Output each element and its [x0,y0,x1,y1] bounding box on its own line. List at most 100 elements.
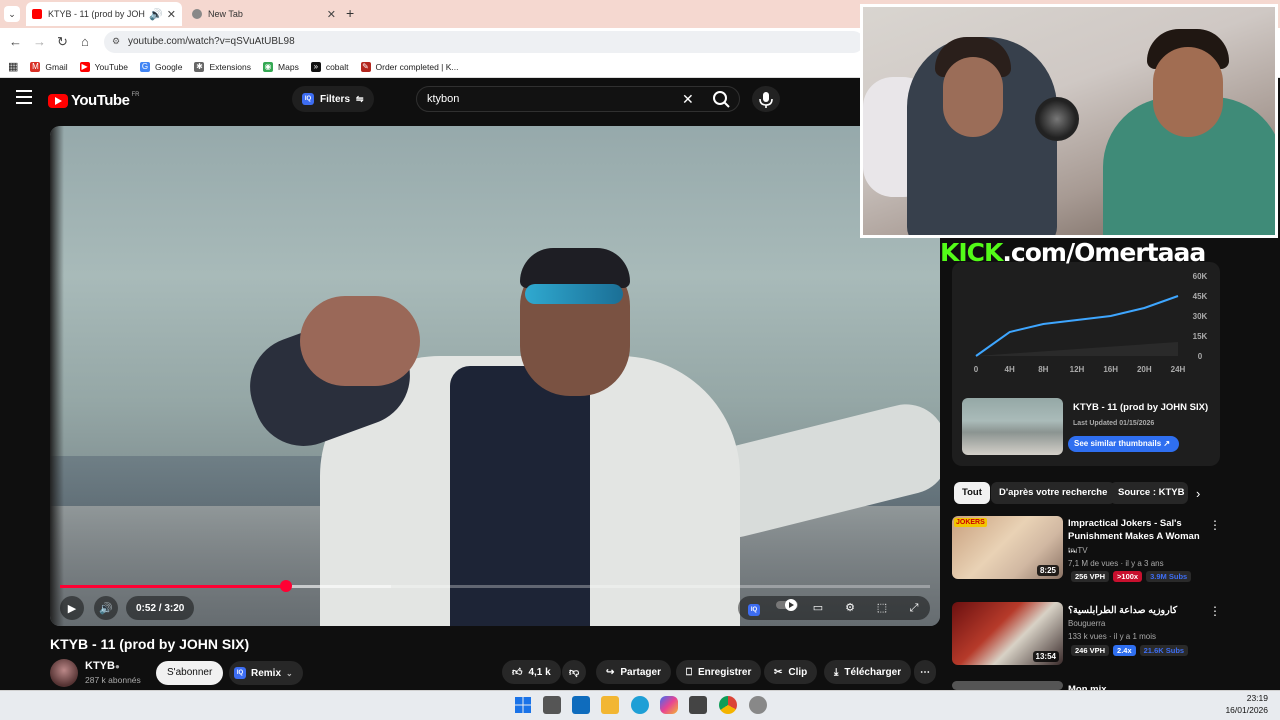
clip-button[interactable]: ✂ Clip [764,660,818,684]
menu-icon[interactable] [16,90,32,104]
video-thumbnail[interactable] [962,398,1063,455]
bookmark-icon: ⎕ [686,666,692,678]
dislike-button[interactable]: 👎︎ [562,660,587,684]
player-right-controls [738,596,930,620]
more-actions-button[interactable]: ⋯ [914,660,936,684]
speaker-icon: 🔊 [149,8,163,21]
youtube-favicon-icon [32,9,42,19]
channel-name[interactable]: KTYB [85,660,115,672]
bookmark-maps[interactable]: ◉ Maps [263,61,299,72]
webcam-overlay [860,4,1278,238]
verified-icon: ● [115,662,120,671]
youtube-icon: ▶ [79,61,90,72]
clear-search-icon[interactable]: ✕ [682,91,694,108]
cobalt-icon: » [310,61,321,72]
tab-label: KTYB - 11 (prod by JOHN SIX) [48,9,145,19]
rec-title[interactable]: Mon mix [1068,683,1204,690]
close-tab-icon[interactable]: ✕ [327,8,336,21]
windows-start-icon[interactable] [514,696,532,714]
chrome-icon[interactable] [719,696,737,714]
webcam-face [943,57,1003,137]
more-options-icon[interactable]: ⋮ [1209,604,1221,618]
filters-button[interactable]: IQ Filters ⇋ [292,86,374,112]
rec-stats: 246 VPH 2.4x 21.6K Subs [1071,645,1189,656]
similar-thumbnails-button[interactable]: See similar thumbnails ↗ [1068,436,1180,452]
tab-new-tab[interactable]: New Tab ✕ [186,2,342,26]
tab-list-button[interactable]: ⌄ [4,6,20,22]
rec-thumbnail[interactable] [952,681,1063,690]
last-updated: Last Updated 01/15/2026 [1073,420,1155,427]
rec-thumbnail[interactable]: 13:54 [952,602,1063,665]
tab-label: New Tab [208,9,243,19]
search-icon[interactable] [708,87,736,111]
tab-ktyb[interactable]: KTYB - 11 (prod by JOHN SIX) 🔊 ✕ [26,2,182,26]
download-button[interactable]: ⤓ Télécharger [824,660,912,684]
back-icon[interactable]: ← [9,34,22,49]
url-input[interactable]: youtube.com/watch?v=qSVuAtUBL98 [104,31,864,53]
rec-channel[interactable]: Bouguerra [1068,619,1105,628]
settings-app-icon[interactable] [749,696,767,714]
more-options-icon[interactable]: ⋮ [1209,518,1221,532]
task-view-icon[interactable] [543,696,561,714]
rec-title[interactable]: كاروزيه صداعة الطرابلسية؟ [1068,604,1204,617]
share-button[interactable]: ↪ Partager [596,660,671,684]
forward-icon[interactable]: → [33,34,46,49]
like-button[interactable]: 👍︎ 4,1 k [502,660,561,684]
youtube-play-icon [48,93,68,108]
rec-title[interactable]: Impractical Jokers - Sal's Punishment Ma… [1068,517,1204,556]
iq-icon[interactable]: IQ [744,598,764,618]
store-icon[interactable] [689,696,707,714]
close-tab-icon[interactable]: ✕ [167,8,176,21]
iq-icon: IQ [302,93,314,105]
rec-badge: JOKERS [954,518,987,527]
new-tab-button[interactable]: + [346,5,354,21]
copilot-icon[interactable] [660,696,678,714]
views-chart: 0 4H 8H 12H 16H 20H 24H 0 15K 30K 45K 60K [974,272,1208,374]
chevron-right-icon[interactable]: › [1196,486,1200,501]
microphone-icon[interactable] [752,86,780,112]
site-info-icon[interactable]: ⚙ [112,36,120,47]
sliders-icon: ⇋ [356,93,364,104]
webcam-face [1153,47,1223,137]
share-icon: ↪ [606,666,615,678]
chip-source[interactable]: Source : KTYB [1110,482,1188,504]
bookmark-gmail[interactable]: M Gmail [30,61,68,72]
chart-x-tick-label: 4H [1005,365,1015,374]
bookmark-extensions[interactable]: ✱ Extensions [194,61,251,72]
bookmark-order[interactable]: ✎ Order completed | K... [360,61,459,72]
remix-button[interactable]: IQ Remix ⌄ [229,661,303,685]
rec-thumbnail[interactable]: JOKERS 8:25 [952,516,1063,579]
apps-icon[interactable]: ▦ [8,60,18,73]
rec-channel[interactable]: truTV [1068,546,1088,555]
chip-related-search[interactable]: D'après votre recherche [991,482,1116,504]
settings-icon[interactable]: ⚙ [840,598,860,618]
more-icon: ⋯ [920,666,930,678]
edge-icon[interactable] [631,696,649,714]
autoplay-toggle[interactable] [776,598,798,618]
fullscreen-icon[interactable]: ⤢ [904,598,924,618]
progress-bar[interactable] [60,580,930,592]
taskbar-clock: 23:19 16/01/2026 [1225,693,1268,715]
save-button[interactable]: ⎕ Enregistrer [676,660,762,684]
bookmark-google[interactable]: G Google [140,61,182,72]
file-explorer-icon[interactable] [601,696,619,714]
bookmark-cobalt[interactable]: » cobalt [310,61,349,72]
video-player[interactable] [50,126,940,626]
play-icon[interactable]: ▶ [60,596,84,620]
youtube-logo[interactable]: YouTube FR [48,92,139,109]
subtitles-icon[interactable]: ▭ [808,598,828,618]
rec-duration: 8:25 [1036,565,1059,576]
volume-icon[interactable]: 🔊 [94,596,118,620]
chart-y-tick-label: 0 [1198,352,1203,361]
home-icon[interactable]: ⌂ [81,34,89,49]
chip-all[interactable]: Tout [954,482,990,504]
outlook-icon[interactable] [572,696,590,714]
bookmark-youtube[interactable]: ▶ YouTube [79,61,128,72]
chart-x-tick-label: 8H [1038,365,1048,374]
subscribe-button[interactable]: S'abonner [156,661,224,685]
gmail-icon: M [30,61,41,72]
rec-stats: 256 VPH >100x 3.9M Subs [1071,571,1192,582]
theater-mode-icon[interactable]: ⬚ [872,598,892,618]
reload-icon[interactable]: ↻ [57,34,68,50]
channel-avatar[interactable] [50,659,78,687]
